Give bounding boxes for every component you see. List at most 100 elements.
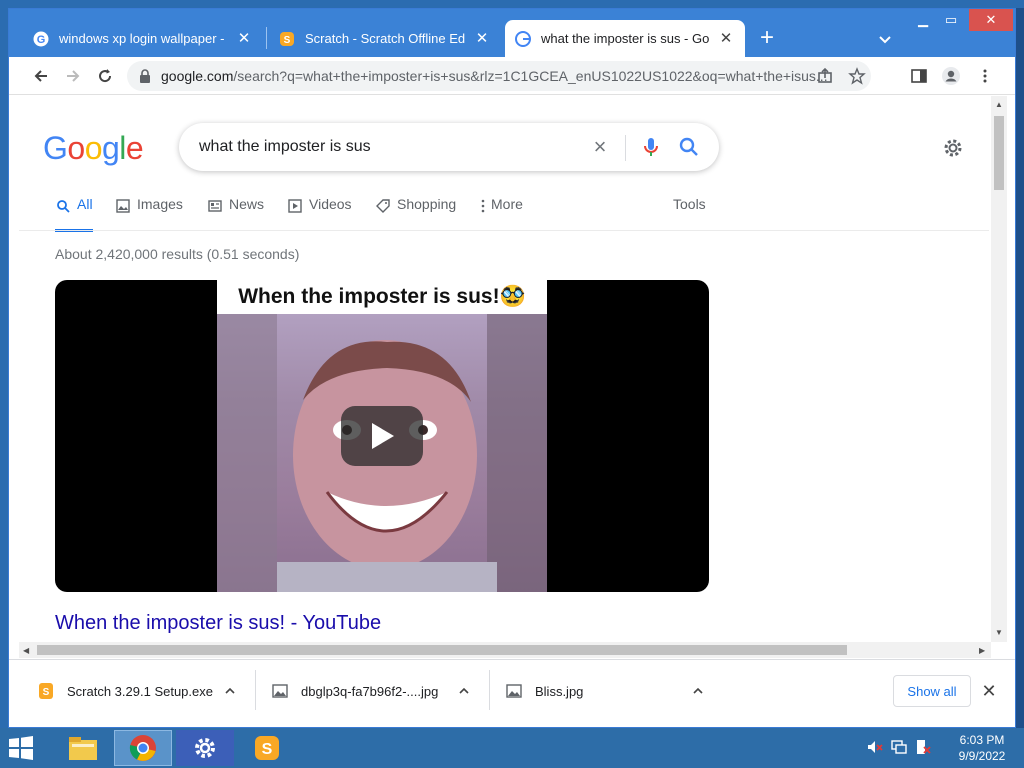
horizontal-scrollbar[interactable]: ◀ ▶ [19, 642, 991, 658]
chrome-icon[interactable] [114, 730, 172, 766]
svg-text:S: S [284, 35, 291, 46]
close-icon[interactable]: ✕ [235, 30, 253, 48]
search-tabs: All Images News Videos Shopping More Too… [47, 196, 987, 232]
scroll-up-icon[interactable]: ▲ [995, 100, 1003, 109]
close-icon[interactable]: ✕ [979, 681, 999, 701]
tab-label: News [229, 196, 265, 212]
taskbar: S 6:03 PM 9/9/2022 [0, 728, 1024, 768]
close-icon[interactable]: ✕ [473, 30, 491, 48]
tab-title: Scratch - Scratch Offline Editor [305, 31, 465, 46]
download-name: Scratch 3.29.1 Setup.exe [67, 683, 213, 699]
url-text[interactable]: google.com/search?q=what+the+imposter+is… [161, 68, 829, 84]
side-panel-icon[interactable] [909, 66, 929, 86]
tab-title: windows xp login wallpaper - Goo [59, 31, 227, 46]
tab-videos[interactable]: Videos [287, 196, 352, 232]
tools-label: Tools [673, 196, 706, 212]
share-icon[interactable] [815, 66, 835, 86]
microphone-icon[interactable] [639, 135, 663, 159]
tab-all[interactable]: All [55, 196, 93, 232]
tab-scratch[interactable]: S Scratch - Scratch Offline Editor ✕ [269, 20, 501, 57]
download-item[interactable]: S Scratch 3.29.1 Setup.exe [37, 672, 247, 710]
scroll-left-icon[interactable]: ◀ [23, 646, 29, 655]
scratch-app-icon[interactable]: S [238, 730, 296, 766]
show-all-button[interactable]: Show all [893, 675, 971, 707]
back-arrow-icon[interactable] [29, 64, 53, 88]
tab-google-search[interactable]: what the imposter is sus - Googl ✕ [505, 20, 745, 57]
desktop-background-left [0, 0, 8, 728]
clear-icon[interactable]: × [589, 136, 611, 158]
image-icon [115, 198, 131, 214]
tab-label: Images [137, 196, 183, 212]
tab-label: Shopping [397, 196, 457, 212]
browser-toolbar: google.com/search?q=what+the+imposter+is… [9, 57, 1015, 95]
lock-icon[interactable] [139, 69, 151, 83]
chevron-up-icon[interactable] [455, 682, 473, 700]
volume-muted-icon[interactable] [866, 738, 884, 756]
tools-button[interactable]: Tools [673, 196, 706, 232]
tab-title: what the imposter is sus - Googl [541, 31, 709, 46]
tab-label: Videos [309, 196, 352, 212]
tab-news[interactable]: News [207, 196, 264, 232]
address-bar[interactable]: google.com/search?q=what+the+imposter+is… [127, 61, 871, 91]
windows-start-icon[interactable] [6, 734, 40, 762]
tab-separator [266, 27, 267, 49]
play-button[interactable] [341, 406, 423, 466]
scrollbar-thumb[interactable] [994, 116, 1004, 190]
chevron-up-icon[interactable] [689, 682, 707, 700]
scratch-icon: S [279, 31, 295, 47]
downloads-bar: S Scratch 3.29.1 Setup.exe dbglp3q-fa7b9… [9, 659, 1015, 727]
file-explorer-icon[interactable] [54, 730, 112, 766]
image-file-icon [505, 682, 523, 700]
tab-more[interactable]: More [479, 196, 523, 232]
google-icon: G [33, 31, 49, 47]
chevron-down-icon[interactable] [875, 29, 895, 49]
download-item[interactable]: dbglp3q-fa7b96f2-....jpg [271, 672, 481, 710]
new-tab-button[interactable]: + [753, 25, 781, 53]
gear-icon[interactable] [941, 136, 965, 160]
download-separator [489, 670, 490, 710]
search-box: × [179, 123, 719, 171]
reload-icon[interactable] [93, 64, 117, 88]
download-separator [255, 670, 256, 710]
chevron-up-icon[interactable] [221, 682, 239, 700]
action-center-icon[interactable] [914, 738, 932, 756]
window-close-button[interactable]: ✕ [969, 9, 1013, 31]
system-tray [866, 738, 932, 758]
settings-gear-app-icon[interactable] [176, 730, 234, 766]
profile-avatar-icon[interactable] [941, 66, 961, 86]
close-icon[interactable]: ✕ [717, 30, 735, 48]
star-icon[interactable] [847, 66, 867, 86]
scroll-right-icon[interactable]: ▶ [979, 646, 985, 655]
search-input[interactable] [199, 136, 579, 158]
vertical-scrollbar[interactable]: ▲ ▼ [991, 96, 1007, 642]
tab-images[interactable]: Images [115, 196, 183, 232]
result-title-link[interactable]: When the imposter is sus! - YouTube [55, 612, 381, 635]
download-item[interactable]: Bliss.jpg [505, 672, 715, 710]
search-icon[interactable] [677, 135, 701, 159]
dots-vertical-icon [479, 198, 487, 214]
network-icon[interactable] [890, 738, 908, 756]
clock-date: 9/9/2022 [958, 749, 1006, 763]
download-name: dbglp3q-fa7b96f2-....jpg [301, 683, 439, 699]
tab-windows-xp[interactable]: G windows xp login wallpaper - Goo ✕ [23, 20, 263, 57]
play-icon [287, 198, 303, 214]
kebab-menu-icon[interactable] [975, 66, 995, 86]
svg-text:S: S [43, 687, 50, 698]
maximize-button[interactable]: ▭ [937, 9, 965, 31]
scrollbar-thumb[interactable] [37, 645, 847, 655]
search-icon [55, 198, 71, 214]
url-path: /search?q=what+the+imposter+is+sus&rlz=1… [233, 68, 828, 84]
google-logo[interactable]: Google [43, 130, 144, 167]
tab-strip: G windows xp login wallpaper - Goo ✕ S S… [9, 9, 1015, 57]
minimize-button[interactable]: ▁ [909, 9, 937, 31]
video-result-thumbnail[interactable]: When the imposter is sus!🥸 [55, 280, 709, 592]
scratch-file-icon: S [37, 682, 55, 700]
tab-shopping[interactable]: Shopping [375, 196, 456, 232]
forward-arrow-icon[interactable] [61, 64, 85, 88]
download-name: Bliss.jpg [535, 683, 584, 699]
tab-label: More [491, 196, 523, 212]
scroll-down-icon[interactable]: ▼ [995, 628, 1003, 637]
image-file-icon [271, 682, 289, 700]
clock[interactable]: 6:03 PM 9/9/2022 [944, 732, 1020, 764]
svg-text:S: S [262, 741, 273, 758]
